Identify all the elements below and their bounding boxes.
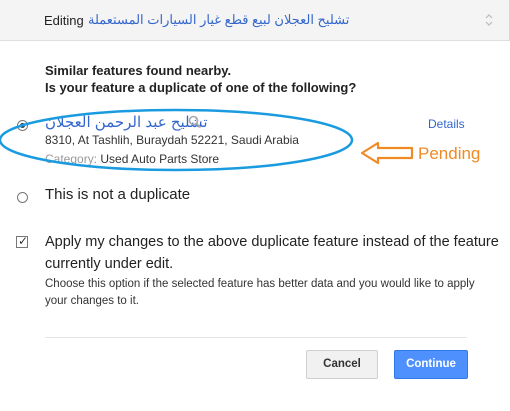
apply-changes-label[interactable]: Apply my changes to the above duplicate …	[45, 231, 500, 275]
apply-changes-checkbox[interactable]: ✓	[16, 234, 29, 248]
highlight-ellipse	[0, 108, 354, 172]
not-duplicate-radio[interactable]	[17, 192, 28, 203]
cancel-button[interactable]: Cancel	[306, 350, 378, 379]
pending-label: Pending	[418, 144, 481, 163]
checkmark-icon: ✓	[18, 234, 29, 248]
apply-changes-hint: Choose this option if the selected featu…	[45, 278, 475, 307]
continue-button[interactable]: Continue	[394, 350, 468, 379]
divider	[45, 337, 467, 338]
not-duplicate-label[interactable]: This is not a duplicate	[45, 186, 190, 203]
pending-arrow	[360, 141, 414, 165]
